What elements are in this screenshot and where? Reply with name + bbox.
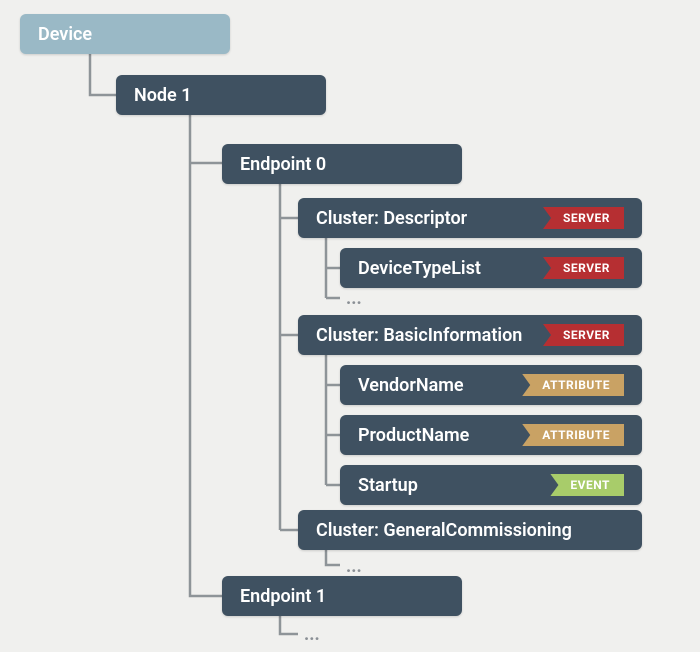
node-label: Cluster: Descriptor [316,208,531,229]
node-label: Endpoint 0 [240,154,444,175]
ellipsis: ... [346,556,362,577]
badge-server: SERVER [543,207,624,229]
node-label: ProductName [358,425,510,446]
ellipsis: ... [346,288,362,309]
tree-node-device: Device [20,14,230,54]
badge-server: SERVER [543,257,624,279]
tree-node-devicetypelist: DeviceTypeList SERVER [340,248,642,288]
node-label: Endpoint 1 [240,586,444,607]
tree-node-productname: ProductName ATTRIBUTE [340,415,642,455]
tree-node-startup: Startup EVENT [340,465,642,505]
badge-server: SERVER [543,324,624,346]
tree-node-cluster-generalcommissioning: Cluster: GeneralCommissioning [298,510,642,550]
tree-node-endpoint1: Endpoint 1 [222,576,462,616]
badge-event: EVENT [550,474,624,496]
tree-node-cluster-descriptor: Cluster: Descriptor SERVER [298,198,642,238]
node-label: Startup [358,475,538,496]
node-label: Cluster: GeneralCommissioning [316,520,624,541]
node-label: VendorName [358,375,510,396]
node-label: DeviceTypeList [358,258,531,279]
tree-node-endpoint0: Endpoint 0 [222,144,462,184]
tree-node-vendorname: VendorName ATTRIBUTE [340,365,642,405]
ellipsis: ... [304,624,320,645]
badge-attribute: ATTRIBUTE [522,374,624,396]
node-label: Device [38,24,212,45]
node-label: Cluster: BasicInformation [316,325,531,346]
tree-node-cluster-basicinfo: Cluster: BasicInformation SERVER [298,315,642,355]
tree-node-node1: Node 1 [116,75,326,115]
node-label: Node 1 [134,85,308,106]
badge-attribute: ATTRIBUTE [522,424,624,446]
